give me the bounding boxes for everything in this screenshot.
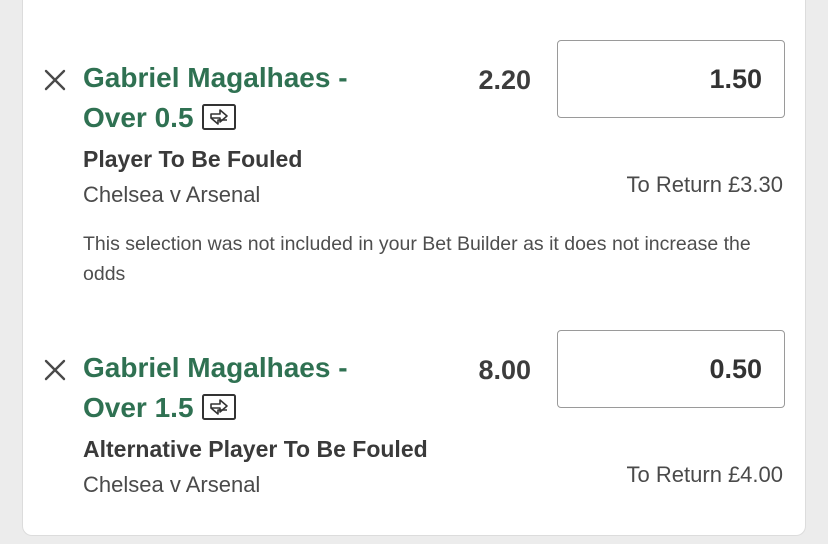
stake-input[interactable] [557,40,785,118]
to-return-amount: £4.00 [727,462,783,487]
close-icon [44,69,66,91]
swap-arrows-icon[interactable] [201,393,236,420]
market-name: Alternative Player To Be Fouled [83,436,428,462]
to-return-amount: £3.30 [727,172,783,197]
remove-selection-button[interactable] [43,358,67,382]
odds-value: 8.00 [478,355,531,385]
market-name: Player To Be Fouled [83,146,303,172]
to-return: To Return £3.30 [627,170,783,200]
selection-notice: This selection was not included in your … [83,233,751,285]
to-return-label: To Return [626,462,722,487]
selection-title[interactable]: Gabriel Magalhaes - Over 0.5 [83,58,403,138]
remove-selection-button[interactable] [43,68,67,92]
to-return-label: To Return [626,172,722,197]
odds-value: 2.20 [478,65,531,95]
bet-slip-card: Gabriel Magalhaes - Over 0.5 2.20 Player… [22,0,806,536]
close-icon [44,359,66,381]
selection-title[interactable]: Gabriel Magalhaes - Over 1.5 [83,348,403,428]
event-name: Chelsea v Arsenal [83,182,261,207]
swap-arrows-icon[interactable] [201,103,236,130]
to-return: To Return £4.00 [627,460,783,490]
stake-input[interactable] [557,330,785,408]
event-name: Chelsea v Arsenal [83,472,261,497]
